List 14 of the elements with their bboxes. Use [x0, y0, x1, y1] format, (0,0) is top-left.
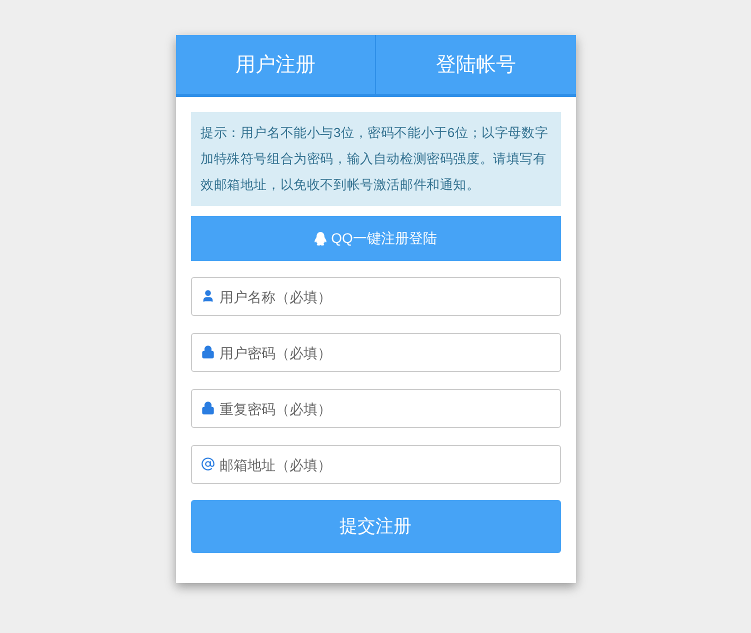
tab[interactable]: 登陆帐号 [376, 35, 576, 94]
input-field[interactable]: 用户密码（必填） [190, 333, 560, 372]
lock-icon [200, 345, 214, 359]
input-field[interactable]: 邮箱地址（必填） [190, 445, 560, 484]
qq-login-button[interactable]: QQ一键注册登陆 [190, 216, 560, 261]
user-icon [200, 289, 214, 303]
notice-text: 提示：用户名不能小与3位，密码不能小于6位；以字母数字加特殊符号组合为密码，输入自动检测密码强度。请填写有效邮箱地址，以免收不到帐号激活邮件和通知。 [190, 112, 560, 206]
at-sign-icon [200, 457, 214, 471]
tab[interactable]: 用户注册 [176, 35, 376, 94]
lock-icon [200, 401, 214, 415]
input-field[interactable]: 重复密码（必填） [190, 389, 560, 428]
submit-button[interactable]: 提交注册 [190, 500, 560, 553]
penguin-icon [314, 232, 328, 246]
input-field[interactable]: 用户名称（必填） [190, 277, 560, 316]
